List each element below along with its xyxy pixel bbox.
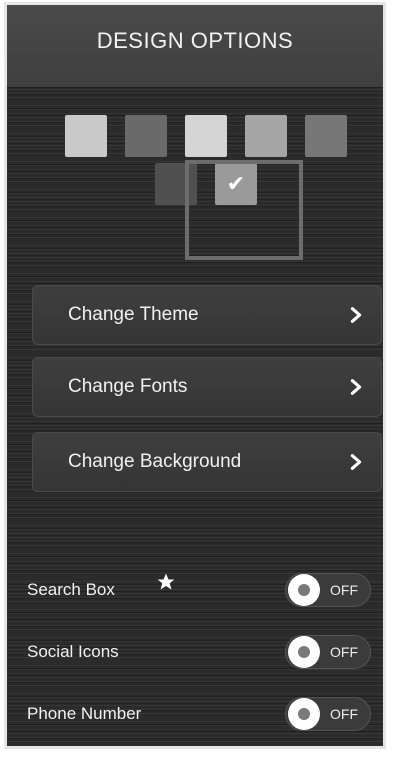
change-fonts-button[interactable]: Change Fonts [32, 357, 382, 417]
change-fonts-label: Change Fonts [68, 376, 188, 397]
toggle-knob [288, 698, 320, 730]
social-icons-toggle[interactable]: OFF [285, 635, 371, 669]
phone-number-toggle[interactable]: OFF [285, 697, 371, 731]
selected-swatch-outline [185, 160, 303, 260]
toggle-state: OFF [330, 582, 358, 598]
theme-swatch-1[interactable] [65, 115, 107, 157]
change-theme-button[interactable]: Change Theme [32, 285, 382, 345]
search-box-toggle[interactable]: OFF [285, 573, 371, 607]
phone-number-label: Phone Number [27, 704, 142, 723]
change-background-label: Change Background [68, 451, 242, 472]
chevron-right-icon [350, 454, 362, 470]
panel-header: DESIGN OPTIONS [7, 5, 383, 88]
design-options-panel: DESIGN OPTIONS ✔ Change Theme Change Fon… [4, 2, 386, 749]
toggle-knob [288, 636, 320, 668]
chevron-right-icon [350, 307, 362, 323]
toggle-state: OFF [330, 644, 358, 660]
change-background-button[interactable]: Change Background [32, 432, 382, 492]
phone-number-row: Phone Number OFF [7, 689, 383, 739]
chevron-right-icon [350, 379, 362, 395]
social-icons-row: Social Icons OFF [7, 627, 383, 677]
theme-swatch-3[interactable] [185, 115, 227, 157]
theme-swatch-5[interactable] [305, 115, 347, 157]
toggle-state: OFF [330, 706, 358, 722]
social-icons-label: Social Icons [27, 642, 119, 661]
search-box-label: Search Box [27, 580, 115, 599]
change-theme-label: Change Theme [68, 304, 199, 325]
panel-title: DESIGN OPTIONS [96, 28, 294, 53]
search-box-row: Search Box OFF [7, 565, 383, 615]
theme-swatches: ✔ [7, 115, 383, 265]
star-icon [157, 573, 175, 590]
toggle-knob [288, 574, 320, 606]
theme-swatch-4[interactable] [245, 115, 287, 157]
theme-swatch-2[interactable] [125, 115, 167, 157]
